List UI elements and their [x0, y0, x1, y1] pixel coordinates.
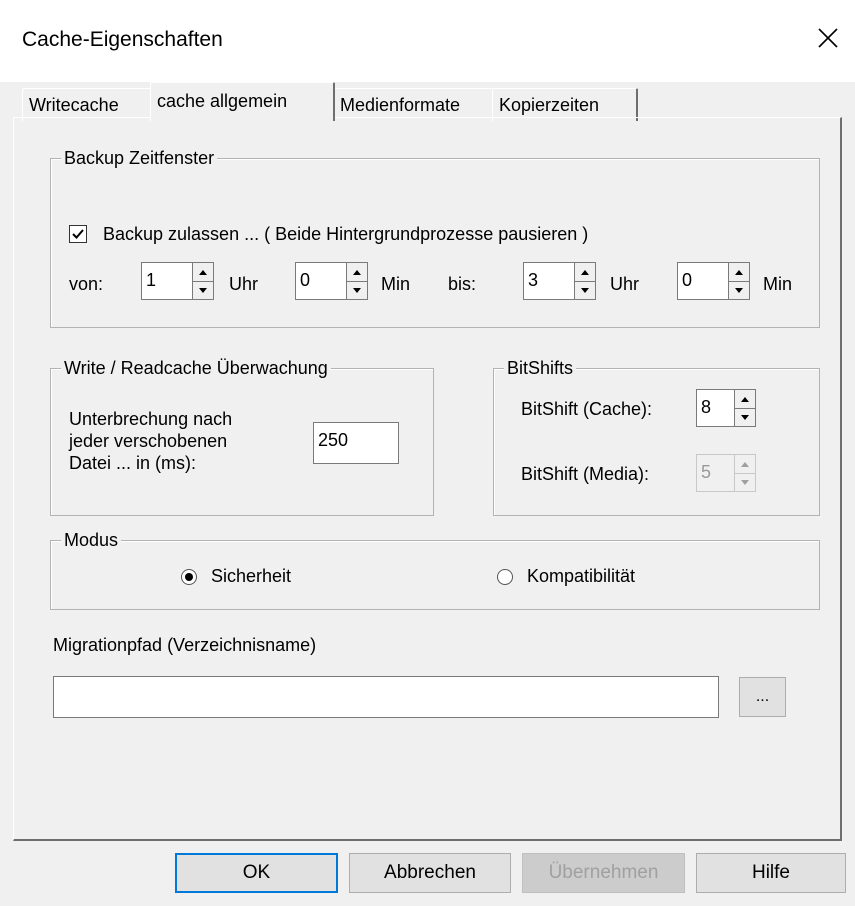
bitshifts-group-title: BitShifts — [504, 357, 577, 379]
spin-up-button[interactable] — [575, 263, 595, 282]
monitor-label-line1: Unterbrechung nach — [69, 409, 233, 429]
bitshift-media-label: BitShift (Media): — [521, 464, 650, 484]
from-min-value: 0 — [300, 270, 311, 290]
close-icon — [818, 28, 838, 48]
from-hour-unit: Uhr — [229, 274, 259, 294]
spinner-buttons — [728, 263, 749, 299]
from-min-spinner[interactable]: 0 — [295, 262, 368, 300]
arrow-up-icon — [735, 269, 743, 275]
bitshifts-group: BitShifts — [493, 357, 820, 516]
arrow-down-icon — [199, 287, 207, 293]
from-label: von: — [69, 274, 104, 294]
to-min-spinner[interactable]: 0 — [677, 262, 750, 300]
spin-up-button[interactable] — [729, 263, 749, 282]
to-hour-value: 3 — [528, 270, 539, 290]
spin-down-button[interactable] — [193, 281, 213, 299]
spinner-buttons — [734, 455, 755, 491]
spin-up-button[interactable] — [347, 263, 367, 282]
spin-down-button[interactable] — [347, 281, 367, 299]
arrow-up-icon — [741, 461, 749, 467]
to-min-value: 0 — [682, 270, 693, 290]
arrow-up-icon — [581, 269, 589, 275]
cancel-button[interactable]: Abbrechen — [349, 853, 511, 893]
mode-group-title: Modus — [61, 529, 122, 551]
bitshift-media-value: 5 — [701, 462, 712, 482]
bitshift-media-spinner: 5 — [696, 454, 756, 492]
spinner-buttons — [574, 263, 595, 299]
window-title: Cache-Eigenschaften — [22, 28, 223, 51]
bitshift-cache-spinner[interactable]: 8 — [696, 389, 756, 427]
monitor-interval-input[interactable]: 250 — [313, 422, 399, 464]
to-hour-spinner[interactable]: 3 — [523, 262, 596, 300]
arrow-down-icon — [735, 287, 743, 293]
arrow-down-icon — [741, 414, 749, 420]
tab-cache-allgemein[interactable]: cache allgemein — [150, 82, 335, 121]
arrow-up-icon — [353, 269, 361, 275]
spin-down-button[interactable] — [729, 281, 749, 299]
to-hour-unit: Uhr — [610, 274, 640, 294]
from-hour-spinner[interactable]: 1 — [141, 262, 214, 300]
radio-selected-dot — [185, 573, 193, 581]
from-min-unit: Min — [381, 274, 411, 294]
spin-down-button[interactable] — [735, 408, 755, 426]
backup-group-title: Backup Zeitfenster — [61, 147, 218, 169]
migration-path-input[interactable] — [53, 676, 719, 718]
spin-down-button[interactable] — [575, 281, 595, 299]
browse-button[interactable]: ... — [739, 677, 786, 717]
monitor-label-line2: jeder verschobenen — [69, 431, 228, 451]
from-hour-value: 1 — [146, 270, 157, 290]
close-button[interactable] — [808, 18, 848, 58]
spin-down-button — [735, 473, 755, 491]
arrow-down-icon — [741, 479, 749, 485]
spin-up-button[interactable] — [193, 263, 213, 282]
arrow-up-icon — [741, 396, 749, 402]
spinner-buttons — [346, 263, 367, 299]
spinner-buttons — [192, 263, 213, 299]
spin-up-button — [735, 455, 755, 474]
help-button[interactable]: Hilfe — [696, 853, 846, 893]
mode-compat-label: Kompatibilität — [527, 566, 636, 586]
mode-compat-radio[interactable] — [497, 569, 513, 585]
mode-safety-radio[interactable] — [181, 569, 197, 585]
checkmark-icon — [72, 229, 84, 239]
monitor-interval-value: 250 — [318, 430, 349, 450]
arrow-down-icon — [353, 287, 361, 293]
backup-allow-checkbox[interactable] — [69, 225, 87, 243]
spinner-buttons — [734, 390, 755, 426]
ok-button[interactable]: OK — [175, 853, 338, 893]
arrow-down-icon — [581, 287, 589, 293]
mode-safety-label: Sicherheit — [211, 566, 292, 586]
arrow-up-icon — [199, 269, 207, 275]
backup-allow-label: Backup zulassen ... ( Beide Hintergrundp… — [103, 224, 589, 244]
apply-button: Übernehmen — [522, 853, 685, 893]
bitshift-cache-value: 8 — [701, 397, 712, 417]
bitshift-cache-label: BitShift (Cache): — [521, 399, 653, 419]
migration-path-label: Migrationpfad (Verzeichnisname) — [53, 635, 317, 655]
mode-group: Modus — [50, 529, 820, 610]
to-min-unit: Min — [763, 274, 793, 294]
to-label: bis: — [448, 274, 477, 294]
monitor-label-line3: Datei ... in (ms): — [69, 453, 197, 473]
spin-up-button[interactable] — [735, 390, 755, 409]
monitor-group-title: Write / Readcache Überwachung — [61, 357, 331, 379]
